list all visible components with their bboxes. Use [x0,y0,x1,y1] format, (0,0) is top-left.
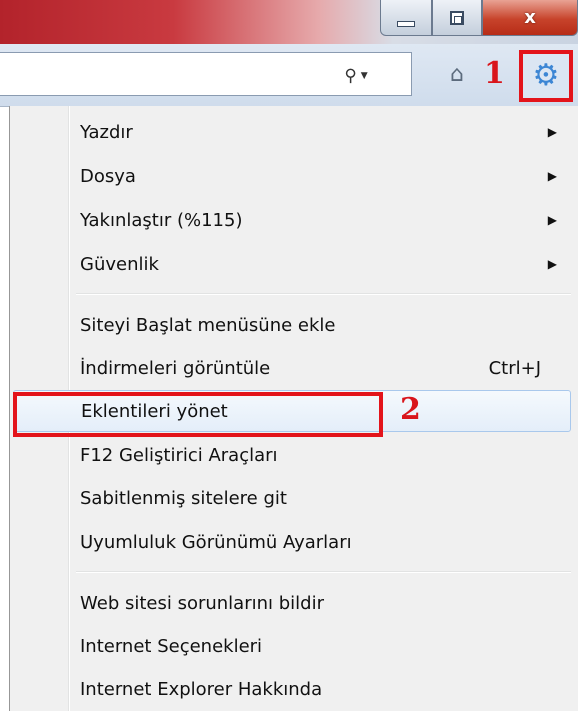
menu-item-print[interactable]: Yazdır ▶ [13,111,571,153]
menu-item-label: Yakınlaştır (%115) [80,209,243,231]
chevron-down-icon: ▼ [360,71,368,81]
gear-icon: ⚙ [532,58,560,93]
menu-item-label: Güvenlik [80,253,159,275]
menu-item-about-ie[interactable]: Internet Explorer Hakkında [13,668,571,710]
close-button[interactable]: x [482,0,578,36]
menu-item-label: Uyumluluk Görünümü Ayarları [80,531,352,553]
submenu-arrow-icon: ▶ [547,169,557,183]
submenu-arrow-icon: ▶ [547,257,557,271]
menu-item-label: İndirmeleri görüntüle [80,357,271,379]
address-bar[interactable]: ⚲ ▼ [0,52,412,96]
search-button[interactable]: ⚲ ▼ [336,63,376,89]
search-icon: ⚲ [344,66,357,86]
step-annotation-2: 2 [400,392,421,427]
submenu-arrow-icon: ▶ [547,125,557,139]
menu-item-zoom[interactable]: Yakınlaştır (%115) ▶ [13,199,571,241]
menu-item-label: Web sitesi sorunlarını bildir [80,592,325,614]
close-icon: x [524,7,536,28]
menu-item-view-downloads[interactable]: İndirmeleri görüntüle Ctrl+J [13,347,571,389]
menu-separator [76,571,571,573]
title-bar: x [0,0,578,44]
menu-item-pinned-sites[interactable]: Sabitlenmiş sitelere git [13,477,571,519]
menu-item-label: F12 Geliştirici Araçları [80,444,278,466]
menu-item-label: Internet Explorer Hakkında [80,678,323,700]
minimize-icon [397,20,415,27]
maximize-button[interactable] [432,0,482,36]
annotation-highlight-box [13,392,383,437]
menu-item-compat-view[interactable]: Uyumluluk Görünümü Ayarları [13,521,571,563]
menu-separator [76,293,571,295]
tools-button[interactable]: ⚙ [519,50,573,102]
menu-item-f12-devtools[interactable]: F12 Geliştirici Araçları [13,434,571,476]
menu-item-label: Yazdır [80,121,133,143]
menu-item-label: Siteyi Başlat menüsüne ekle [80,314,336,336]
home-button[interactable]: ⌂ [443,60,471,88]
menu-item-internet-options[interactable]: Internet Seçenekleri [13,625,571,667]
menu-item-shortcut: Ctrl+J [488,357,541,379]
menu-item-label: Sabitlenmiş sitelere git [80,487,287,509]
menu-item-label: Dosya [80,165,136,187]
restore-icon [450,10,464,25]
submenu-arrow-icon: ▶ [547,213,557,227]
menu-item-add-to-start[interactable]: Siteyi Başlat menüsüne ekle [13,304,571,346]
step-annotation-1: 1 [484,56,505,91]
menu-item-report-problems[interactable]: Web sitesi sorunlarını bildir [13,582,571,624]
minimize-button[interactable] [380,0,432,36]
menu-item-label: Internet Seçenekleri [80,635,263,657]
browser-toolbar: ⚲ ▼ ⌂ 1 ⚙ [0,44,578,107]
menu-item-file[interactable]: Dosya ▶ [13,155,571,197]
home-icon: ⌂ [450,61,464,87]
menu-item-safety[interactable]: Güvenlik ▶ [13,243,571,285]
